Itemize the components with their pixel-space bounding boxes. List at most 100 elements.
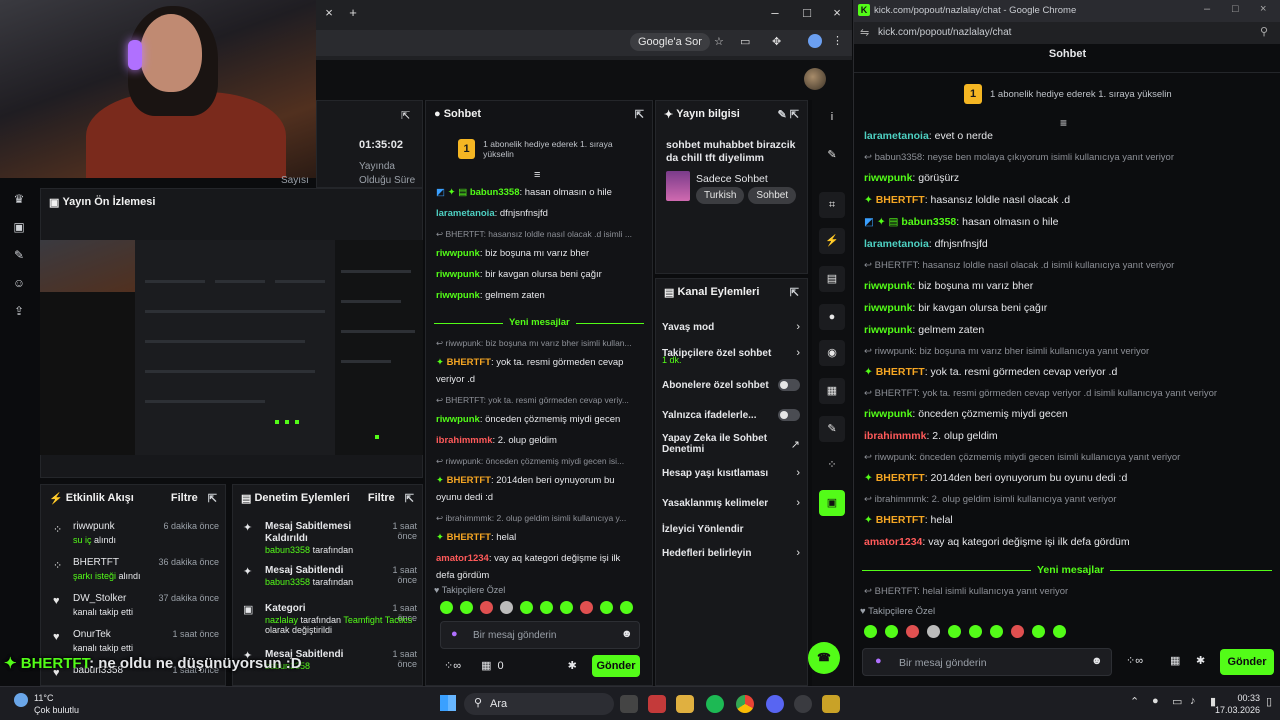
popup-chat-input[interactable]: ● Bir mesaj gönderin ☻ (862, 648, 1112, 676)
emote-icon[interactable] (440, 601, 453, 614)
emote-icon[interactable] (906, 625, 919, 638)
users-icon[interactable]: ☺ (12, 276, 26, 290)
chat-message[interactable]: ibrahimmmk: 2. olup geldim (436, 435, 557, 446)
site-settings-icon[interactable]: ⇋ (860, 26, 869, 39)
toggle-switch[interactable] (778, 379, 800, 391)
chat-message[interactable]: ◩ ✦ ▤ babun3358: hasan olmasın o hile (436, 187, 612, 198)
chat-username[interactable]: riwwpunk (436, 248, 480, 259)
weather-icon[interactable] (14, 693, 28, 707)
stream-preview-video[interactable] (40, 240, 423, 455)
popup-gift-banner[interactable]: 1 1 abonelik hediye ederek 1. sıraya yük… (964, 84, 1172, 104)
chat-message[interactable]: riwwpunk: bir kavgan olursa beni çağır (436, 269, 602, 280)
chat-username[interactable]: BHERTFT (876, 514, 925, 526)
chat-message[interactable]: riwwpunk: biz boşuna mı varız bher (436, 248, 589, 259)
chat-username[interactable]: larametanoia (864, 238, 929, 250)
moderation-item[interactable]: ▣ Kategori 1 saat önce nazlalay tarafından … (241, 601, 417, 641)
channel-action-item[interactable]: Yapay Zeka ile Sohbet Denetimi ↗ (662, 433, 800, 455)
chat-message[interactable]: ✦ BHERTFT: helal (864, 514, 953, 526)
spotify-icon[interactable] (706, 695, 724, 713)
send-button[interactable]: Gönder (1220, 649, 1274, 675)
chat-message[interactable]: ✦ BHERTFT: 2014den beri oynuyorum bu (436, 475, 615, 486)
tab-close-button[interactable]: × (320, 4, 338, 22)
chat-message[interactable]: ✦ BHERTFT: yok ta. resmi görmeden cevap … (864, 366, 1117, 378)
expand-icon[interactable]: ⇱ (790, 286, 799, 299)
channel-action-item[interactable]: Hedefleri belirleyin › (662, 543, 800, 563)
notifications-icon[interactable]: ▯ (1266, 695, 1272, 708)
taskbar-search[interactable]: ⚲ Ara (464, 693, 614, 715)
chat-username[interactable]: BHERTFT (876, 194, 925, 206)
channel-action-item[interactable]: Abonelere özel sohbet (662, 375, 800, 395)
emote-icon[interactable] (500, 601, 513, 614)
address-bar[interactable]: Google'a Sor ☆ ▭ ✥ ⋮ (316, 30, 852, 56)
activity-item[interactable]: ⁘ BHERTFT 36 dakika önce şarkı isteği alınd… (49, 555, 219, 587)
wrench-icon[interactable]: ✎ (819, 416, 845, 442)
chat-message[interactable]: larametanoia: dfnjsnfnsjfd (864, 238, 988, 250)
broadcast-icon[interactable]: ◉ (819, 340, 845, 366)
people-icon[interactable]: ⁘∞ (444, 659, 461, 672)
chat-username[interactable]: BHERTFT (876, 366, 925, 378)
chat-message[interactable]: ✦ BHERTFT: yok ta. resmi görmeden cevap (436, 357, 623, 368)
chat-username[interactable]: riwwpunk (864, 172, 912, 184)
reply-context[interactable]: ↩ ibrahimmmk: 2. olup geldim isimli kull… (864, 494, 1116, 505)
menu-icon[interactable]: ⋮ (832, 34, 843, 47)
chat-username[interactable]: babun3358 (470, 187, 520, 198)
emote-icon[interactable] (1053, 625, 1066, 638)
expand-icon[interactable]: ⇱ (635, 108, 644, 121)
reply-context[interactable]: ↩ BHERTFT: hasansız loldle nasıl olacak … (864, 260, 1174, 271)
chat-username[interactable]: larametanoia (436, 208, 495, 219)
start-icon[interactable] (440, 695, 456, 711)
chat-username[interactable]: riwwpunk (436, 414, 480, 425)
people-icon[interactable]: ⁘∞ (1126, 654, 1143, 667)
chat-username[interactable]: babun3358 (901, 216, 956, 228)
expand-icon[interactable]: ⇱ (405, 492, 414, 505)
emote-icon[interactable] (927, 625, 940, 638)
gift-box-icon[interactable]: ▦ (481, 659, 491, 672)
chat-message[interactable]: ✦ BHERTFT: 2014den beri oynuyorum bu oyu… (864, 472, 1127, 484)
emoji-icon[interactable]: ☻ (1091, 655, 1103, 667)
chat-message[interactable]: riwwpunk: biz boşuna mı varız bher (864, 280, 1033, 292)
emote-icon[interactable] (990, 625, 1003, 638)
read-mode-icon[interactable]: ▭ (740, 35, 750, 48)
activity-filter-button[interactable]: Filtre (171, 492, 198, 504)
channel-action-item[interactable]: Yasaklanmış kelimeler › (662, 493, 800, 513)
maximize-button[interactable]: □ (1232, 3, 1239, 15)
app-icon[interactable]: ▣ (819, 490, 845, 516)
channel-action-item[interactable]: Yalnızca ifadelerle... (662, 405, 800, 425)
close-window-button[interactable]: × (828, 4, 846, 22)
discord-icon[interactable] (766, 695, 784, 713)
clip-icon[interactable]: ⌗ (819, 192, 845, 218)
pinned-collapse-icon[interactable]: ≡ (534, 169, 540, 181)
emoji-icon[interactable]: ☻ (621, 628, 633, 640)
mic-icon[interactable]: ● (1152, 695, 1159, 707)
chat-username[interactable]: riwwpunk (864, 324, 912, 336)
reply-context[interactable]: ↩ BHERTFT: yok ta. resmi görmeden cevap … (864, 388, 1217, 399)
info-icon[interactable]: i (819, 104, 845, 130)
chat-username[interactable]: riwwpunk (436, 290, 480, 301)
obs-icon[interactable] (794, 695, 812, 713)
moderation-item[interactable]: ✦ Mesaj Sabitlendi 1 saat önce babun3358 ta… (241, 563, 417, 603)
layout-icon[interactable]: ▦ (819, 378, 845, 404)
channel-action-item[interactable]: Takipçilere özel sohbet 1 dk. › (662, 343, 800, 365)
emote-icon[interactable] (540, 601, 553, 614)
chat-username[interactable]: riwwpunk (864, 408, 912, 420)
moderation-filter-button[interactable]: Filtre (368, 492, 395, 504)
maximize-button[interactable]: □ (798, 4, 816, 22)
reply-context[interactable]: ↩ BHERTFT: hasansız loldle nasıl olacak … (436, 229, 632, 240)
channel-action-item[interactable]: Yavaş mod › (662, 317, 800, 337)
volume-icon[interactable]: ♪ (1190, 695, 1196, 707)
tag[interactable]: Sohbet (748, 187, 797, 204)
minimize-button[interactable]: – (766, 4, 784, 22)
minimize-button[interactable]: – (1204, 3, 1210, 15)
chat-message[interactable]: riwwpunk: görüşürz (864, 172, 959, 184)
file-explorer-icon[interactable] (676, 695, 694, 713)
emote-icon[interactable] (885, 625, 898, 638)
reply-context[interactable]: ↩ BHERTFT: yok ta. resmi görmeden cevap … (436, 395, 629, 406)
chat-message[interactable]: riwwpunk: gelmem zaten (436, 290, 545, 301)
chrome-icon[interactable] (736, 695, 754, 713)
reply-context[interactable]: ↩ BHERTFT: helal isimli kullanıcıya yanı… (864, 586, 1068, 597)
gift-box-icon[interactable]: ▦ (1170, 654, 1180, 667)
profile-icon[interactable] (808, 34, 822, 48)
chat-username[interactable]: larametanoia (864, 130, 929, 142)
reply-context[interactable]: ↩ riwwpunk: önceden çözmemiş miydi gecen… (436, 456, 624, 467)
chat-username[interactable]: ibrahimmmk (864, 430, 926, 442)
